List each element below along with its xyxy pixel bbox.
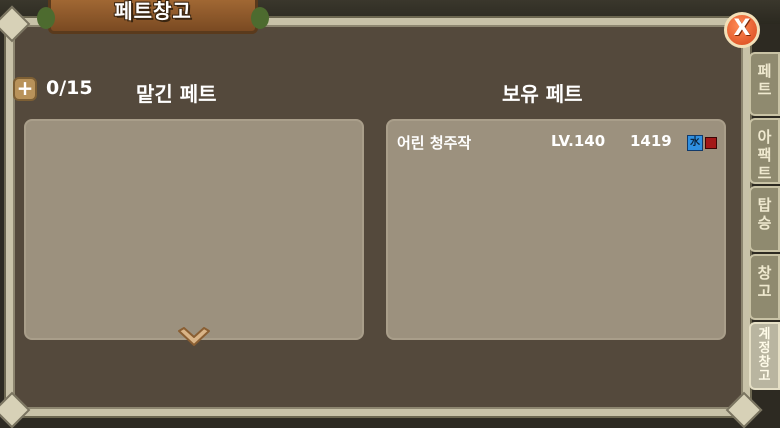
add-slot-icon[interactable]: + (13, 77, 37, 101)
tab-storage[interactable]: 창 고 (749, 254, 780, 320)
owned-heading: 보유 페트 (502, 82, 583, 106)
frame-corner-ornament (0, 391, 31, 428)
tab-artifact[interactable]: 아 팩 트 (749, 118, 780, 184)
pet-power: 1419 (630, 132, 672, 150)
tab-pet[interactable]: 페 트 (749, 52, 780, 116)
water-element-icon: 水 (687, 135, 703, 151)
pet-level: LV.140 (551, 132, 606, 150)
chevron-down-icon[interactable] (176, 326, 212, 350)
tab-account-storage[interactable]: 계 정 창 고 (749, 322, 780, 390)
frame-corner-ornament (725, 391, 763, 428)
fire-element-icon (705, 137, 717, 149)
close-button[interactable]: X (724, 12, 760, 48)
tab-ride[interactable]: 탑 승 (749, 186, 780, 252)
list-item[interactable]: 어린 청주작 LV.140 1419 水 (397, 132, 722, 154)
title-plank: 페트창고 (37, 0, 269, 34)
window-title: 페트창고 (114, 0, 192, 23)
stash-heading: 맡긴 페트 (136, 82, 217, 106)
stash-count: 0/15 (46, 77, 93, 99)
stashed-pets-panel[interactable] (24, 119, 364, 340)
pet-name: 어린 청주작 (397, 134, 472, 152)
